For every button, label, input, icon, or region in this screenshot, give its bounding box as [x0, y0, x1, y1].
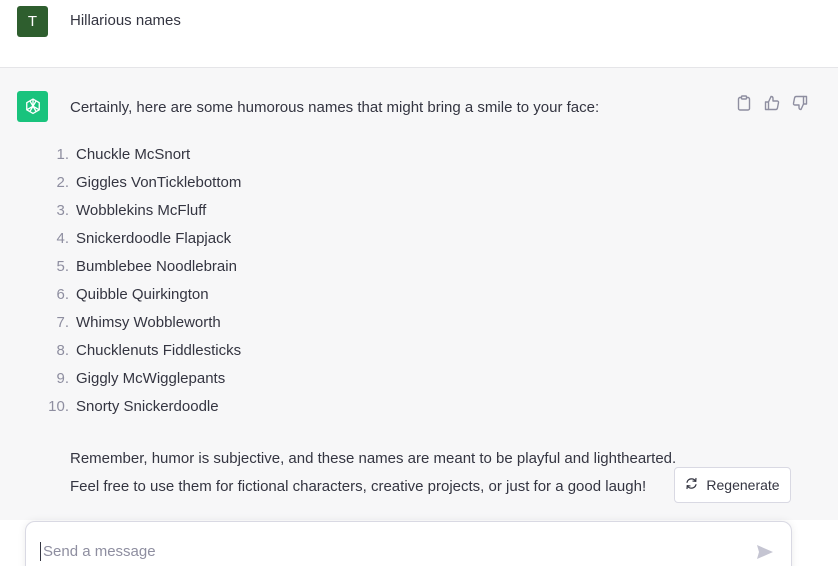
message-input[interactable] — [40, 542, 745, 561]
list-item: 4. Snickerdoodle Flapjack — [56, 230, 232, 247]
names-list: 1. Chuckle McSnort 2. Giggles VonTicklebot… — [40, 145, 241, 425]
user-message-row: T Hillarious names — [0, 0, 838, 68]
list-item: 8. Chucklenuts Fiddlesticks — [56, 342, 242, 359]
regenerate-label: Regenerate — [706, 477, 780, 493]
chat-page: T Hillarious names Certainly, here are s… — [0, 0, 838, 566]
message-composer — [25, 521, 792, 566]
clipboard-icon[interactable] — [735, 94, 753, 112]
list-item: 6. Quibble Quirkington — [56, 286, 209, 303]
assistant-intro-text: Certainly, here are some humorous names … — [70, 99, 600, 116]
thumbs-down-icon[interactable] — [791, 94, 809, 112]
regenerate-button[interactable]: Regenerate — [674, 467, 791, 503]
list-item: 5. Bumblebee Noodlebrain — [56, 258, 237, 275]
message-actions — [735, 94, 809, 112]
thumbs-up-icon[interactable] — [763, 94, 781, 112]
send-icon[interactable] — [754, 542, 776, 562]
user-avatar: T — [17, 6, 48, 37]
list-item: 9. Giggly McWigglepants — [56, 370, 226, 387]
refresh-icon — [685, 477, 698, 493]
assistant-closing-text: Remember, humor is subjective, and these… — [70, 445, 676, 501]
list-item: 7. Whimsy Wobbleworth — [56, 314, 221, 331]
list-item: 2. Giggles VonTicklebottom — [56, 174, 242, 191]
assistant-message-row: Certainly, here are some humorous names … — [0, 68, 838, 566]
list-item: 1. Chuckle McSnort — [56, 146, 191, 163]
chatgpt-logo-icon — [17, 91, 48, 122]
closing-line-1: Remember, humor is subjective, and these… — [70, 450, 677, 467]
list-item: 3. Wobblekins McFluff — [56, 202, 207, 219]
user-message-text: Hillarious names — [70, 12, 181, 29]
list-item: 10. Snorty Snickerdoodle — [48, 398, 219, 415]
closing-line-2: Feel free to use them for fictional char… — [70, 478, 647, 495]
